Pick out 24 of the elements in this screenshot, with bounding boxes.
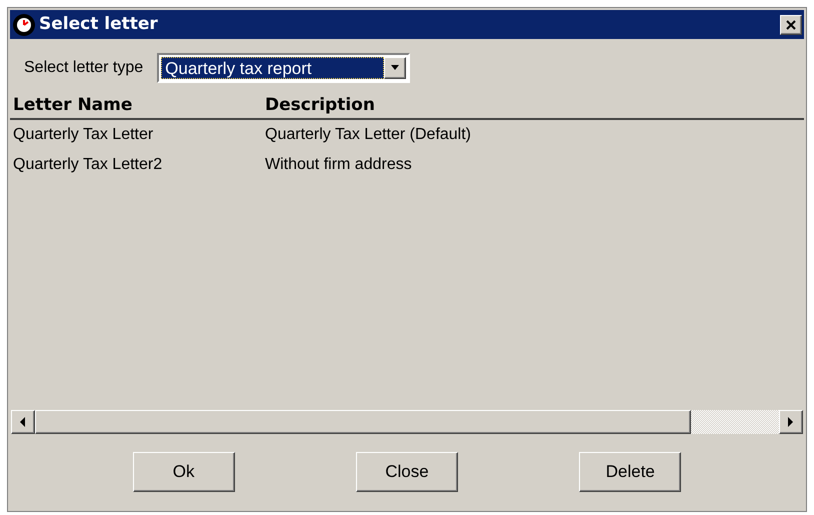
caret-icon: [390, 65, 400, 71]
right-arrow-icon: [788, 417, 794, 427]
scroll-thumb[interactable]: [35, 410, 691, 434]
table-cell-text: Quarterly Tax Letter: [12, 125, 154, 145]
left-arrow-icon: [20, 417, 26, 427]
dropdown-value: Quarterly tax report: [161, 57, 384, 79]
dropdown-arrow-button[interactable]: [384, 57, 406, 79]
clock-icon: [12, 12, 36, 36]
column-header: Letter Name: [12, 94, 134, 117]
window-title: Select letter: [39, 12, 158, 36]
letter-type-dropdown[interactable]: Quarterly tax report: [157, 53, 410, 83]
scroll-right-button[interactable]: [779, 410, 803, 434]
column-header: Description: [264, 94, 376, 117]
dialog-button[interactable]: Delete: [579, 452, 682, 492]
horizontal-scrollbar[interactable]: [11, 410, 803, 434]
letter-type-label: Select letter type: [24, 58, 144, 78]
scroll-left-button[interactable]: [11, 410, 35, 434]
dialog-button[interactable]: Ok: [132, 452, 235, 492]
close-icon: [786, 20, 796, 30]
close-button[interactable]: [780, 14, 802, 34]
table-cell-text: Quarterly Tax Letter2: [12, 155, 164, 175]
table-cell-text: Quarterly Tax Letter (Default): [264, 125, 472, 145]
dialog-button[interactable]: Close: [356, 452, 458, 492]
table-cell-text: Without firm address: [264, 155, 413, 175]
